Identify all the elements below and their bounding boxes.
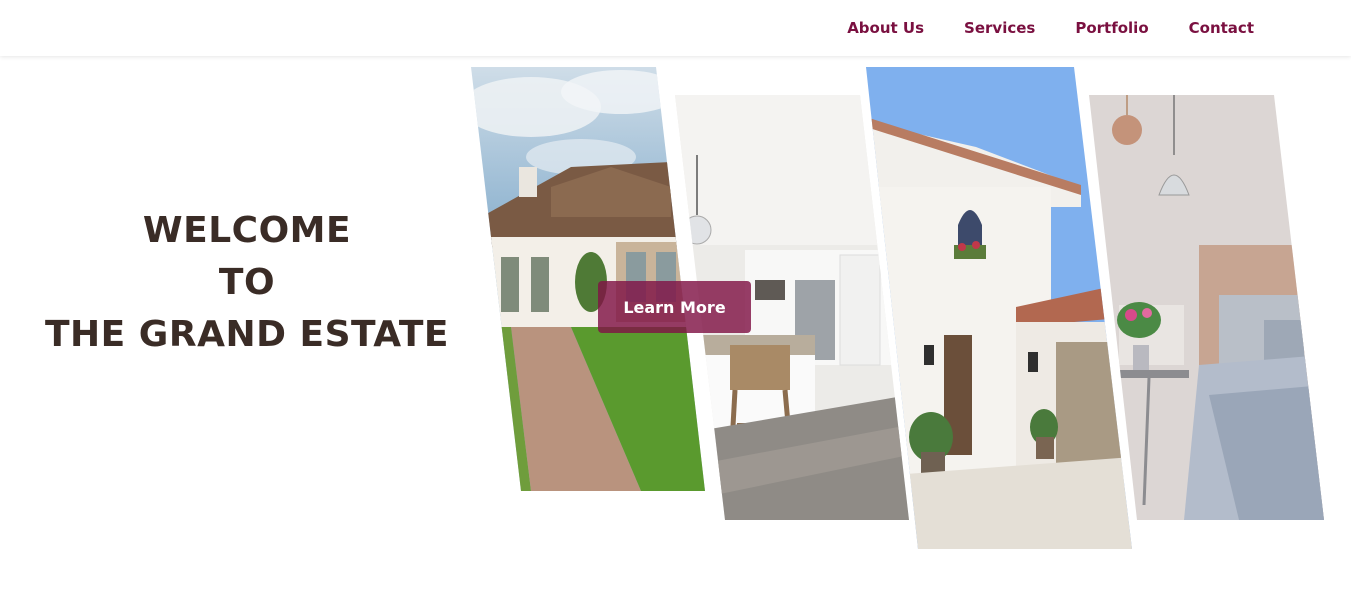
- hero-heading-line-2: TO: [218, 262, 276, 303]
- top-navigation-bar: About Us Services Portfolio Contact: [0, 0, 1351, 56]
- nav-about-us-link[interactable]: About Us: [847, 19, 924, 37]
- bedroom-interior-image: [1089, 95, 1324, 520]
- nav-services-link[interactable]: Services: [964, 19, 1035, 37]
- hero-heading-line-1: WELCOME: [142, 210, 352, 251]
- learn-more-button[interactable]: Learn More: [598, 281, 751, 333]
- nav-contact-link[interactable]: Contact: [1189, 19, 1254, 37]
- hero-heading: WELCOME TO THE GRAND ESTATE: [0, 205, 494, 361]
- house-exterior-image: [471, 67, 705, 491]
- hero-heading-line-3: THE GRAND ESTATE: [45, 314, 449, 355]
- white-villa-image: [866, 67, 1132, 549]
- main-nav: About Us Services Portfolio Contact: [847, 0, 1254, 56]
- nav-portfolio-link[interactable]: Portfolio: [1075, 19, 1148, 37]
